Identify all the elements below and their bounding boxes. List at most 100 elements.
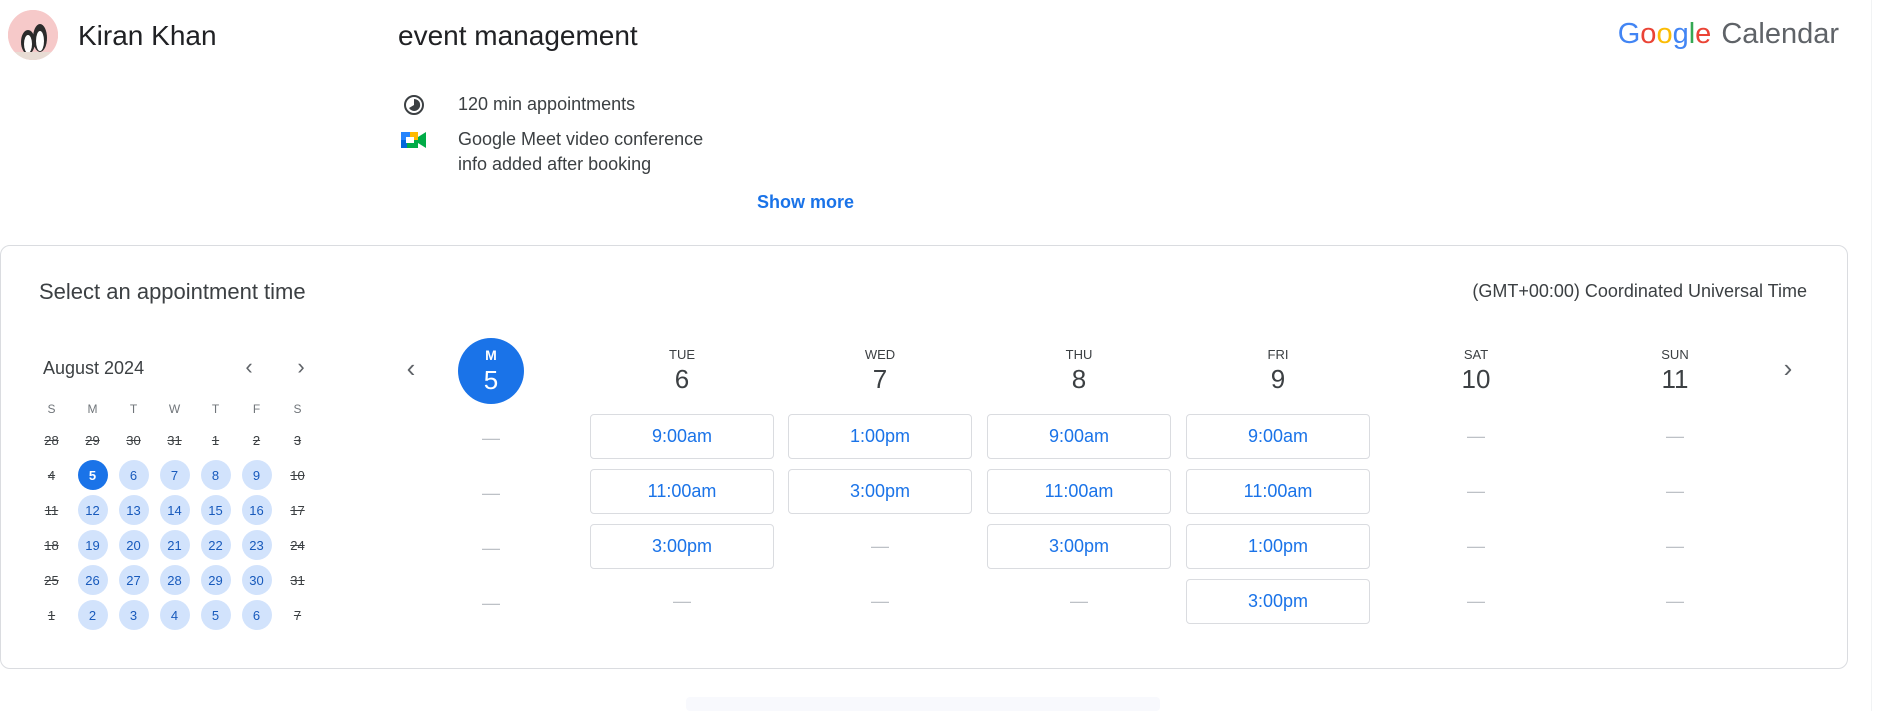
no-slot-dash: —: [482, 428, 500, 448]
duration-row: 120 min appointments: [398, 92, 635, 118]
time-slot-button[interactable]: 1:00pm: [788, 414, 972, 459]
day-name: TUE: [669, 347, 695, 362]
mini-calendar-day[interactable]: 2: [77, 600, 108, 630]
no-slot-dash: —: [1666, 426, 1684, 446]
time-slot-button[interactable]: 9:00am: [987, 414, 1171, 459]
no-slot-dash: —: [482, 538, 500, 558]
day-number: 8: [1071, 364, 1087, 394]
time-slot-button[interactable]: 9:00am: [590, 414, 774, 459]
mini-calendar-day: 2: [252, 432, 261, 448]
owner-name: Kiran Khan: [78, 20, 217, 51]
duration-text: 120 min appointments: [458, 94, 636, 114]
mini-calendar-day[interactable]: 14: [159, 495, 190, 525]
mini-calendar-day: 30: [126, 432, 141, 448]
mini-calendar-day[interactable]: 20: [118, 530, 149, 560]
day-header: THU 8: [1066, 336, 1093, 406]
event-title: event management: [398, 20, 638, 51]
time-slot-button[interactable]: 9:00am: [1186, 414, 1370, 459]
weekday-label: T: [211, 402, 220, 416]
booking-card: Select an appointment time (GMT+00:00) C…: [0, 245, 1848, 669]
mini-calendar-day[interactable]: 23: [241, 530, 272, 560]
day-number: 10: [1461, 364, 1491, 394]
mini-calendar-day[interactable]: 7: [159, 460, 190, 490]
day-column: SAT 10 — — — —: [1384, 336, 1568, 634]
day-number: 11: [1661, 364, 1689, 394]
timezone-selector[interactable]: (GMT+00:00) Coordinated Universal Time: [1472, 281, 1807, 302]
no-slot-dash: —: [1666, 536, 1684, 556]
day-number: 9: [1270, 364, 1286, 394]
day-number: 6: [674, 364, 690, 394]
day-column: TUE 6 9:00am 11:00am 3:00pm —: [590, 336, 774, 634]
mini-calendar-prev-button[interactable]: ‹: [234, 352, 264, 382]
mini-calendar-month: August 2024: [43, 358, 145, 378]
mini-calendar-day[interactable]: 13: [118, 495, 149, 525]
mini-calendar-day[interactable]: 29: [200, 565, 231, 595]
no-slot-dash: —: [1467, 481, 1485, 501]
mini-calendar-day[interactable]: 26: [77, 565, 108, 595]
conference-text: Google Meet video conference info added …: [458, 127, 703, 177]
mini-calendar-day: 25: [44, 572, 59, 588]
mini-calendar-day: 31: [290, 572, 305, 588]
avatar: [8, 10, 58, 60]
mini-calendar-day[interactable]: 8: [200, 460, 231, 490]
time-slot-button[interactable]: 3:00pm: [590, 524, 774, 569]
mini-calendar-day: 31: [167, 432, 182, 448]
day-header: WED 7: [865, 336, 895, 406]
no-slot-dash: —: [482, 593, 500, 613]
mini-calendar-day: 29: [85, 432, 100, 448]
day-header: SUN 11: [1661, 336, 1688, 406]
mini-calendar-day[interactable]: 6: [241, 600, 272, 630]
show-more-link[interactable]: Show more: [757, 192, 854, 213]
chevron-right-icon: ›: [297, 354, 305, 379]
time-slot-button[interactable]: 11:00am: [987, 469, 1171, 514]
day-header: TUE 6: [669, 336, 695, 406]
day-header-selected: M5: [458, 338, 524, 404]
mini-calendar-day: 7: [293, 607, 302, 623]
mini-calendar-day[interactable]: 4: [159, 600, 190, 630]
mini-calendar-day[interactable]: 16: [241, 495, 272, 525]
time-slot-button[interactable]: 3:00pm: [1186, 579, 1370, 624]
day-column: WED 7 1:00pm 3:00pm — —: [788, 336, 972, 634]
mini-calendar-day[interactable]: 27: [118, 565, 149, 595]
mini-calendar-day[interactable]: 3: [118, 600, 149, 630]
time-slot-button[interactable]: 11:00am: [1186, 469, 1370, 514]
mini-calendar-day: 1: [211, 432, 220, 448]
day-name: THU: [1065, 347, 1093, 362]
mini-calendar-day[interactable]: 6: [118, 460, 149, 490]
no-slot-dash: —: [1666, 591, 1684, 611]
time-slot-button[interactable]: 11:00am: [590, 469, 774, 514]
day-number: 5: [483, 364, 499, 395]
conference-row: Google Meet video conference info added …: [398, 127, 703, 177]
day-header: FRI 9: [1268, 336, 1289, 406]
mini-calendar-day[interactable]: 22: [200, 530, 231, 560]
time-slot-button[interactable]: 1:00pm: [1186, 524, 1370, 569]
weekday-label: T: [129, 402, 138, 416]
google-meet-icon: [398, 127, 430, 153]
mini-calendar-day-selected[interactable]: 5: [77, 460, 108, 490]
footer-strip: [686, 697, 1160, 711]
time-slot-button[interactable]: 3:00pm: [987, 524, 1171, 569]
week-next-button[interactable]: ›: [1773, 353, 1803, 383]
day-name: WED: [864, 347, 896, 362]
mini-calendar-day[interactable]: 15: [200, 495, 231, 525]
mini-calendar-day[interactable]: 12: [77, 495, 108, 525]
no-slot-dash: —: [1666, 481, 1684, 501]
mini-calendar-day[interactable]: 19: [77, 530, 108, 560]
weekday-label: S: [293, 402, 302, 416]
mini-calendar-day[interactable]: 9: [241, 460, 272, 490]
mini-calendar-day[interactable]: 28: [159, 565, 190, 595]
google-wordmark: Google: [1617, 18, 1712, 50]
weekday-label: S: [47, 402, 56, 416]
time-slot-button[interactable]: 3:00pm: [788, 469, 972, 514]
day-name: SAT: [1463, 347, 1489, 362]
mini-calendar-day[interactable]: 5: [200, 600, 231, 630]
mini-calendar-grid: S M T W T F S 28 29 30 31 1 2 3 4 5 6 7 8 9 10 11 12 13 14 15 16 17…: [31, 398, 318, 630]
page-scrollbar[interactable]: [1871, 0, 1887, 711]
no-slot-dash: —: [871, 536, 889, 556]
no-slot-dash: —: [482, 483, 500, 503]
mini-calendar-day: 4: [47, 467, 56, 483]
weekday-label: W: [168, 402, 181, 416]
mini-calendar-day[interactable]: 30: [241, 565, 272, 595]
mini-calendar-next-button[interactable]: ›: [286, 352, 316, 382]
mini-calendar-day[interactable]: 21: [159, 530, 190, 560]
